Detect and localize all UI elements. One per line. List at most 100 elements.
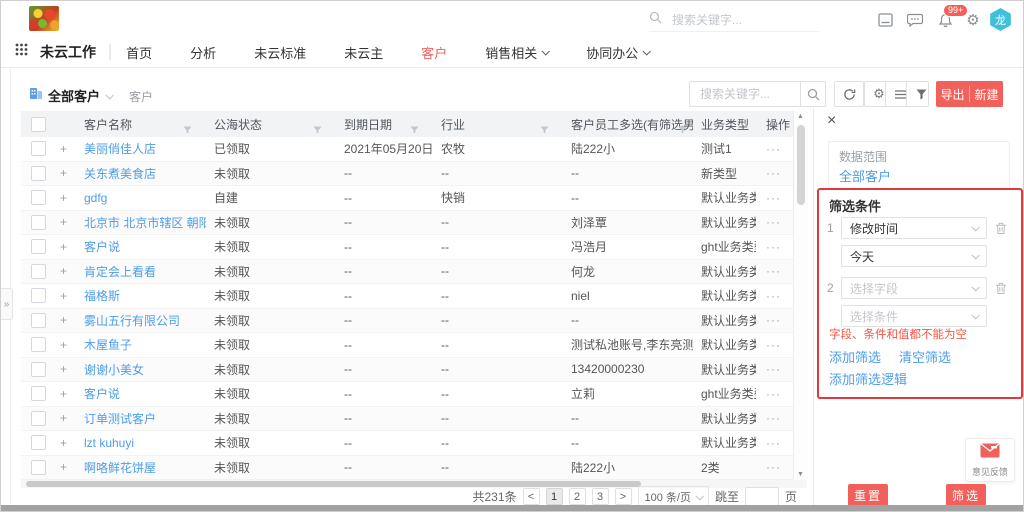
nav-item-sales[interactable]: 销售相关: [485, 43, 548, 62]
row-more-button[interactable]: ···: [756, 313, 793, 327]
row-checkbox[interactable]: [31, 411, 46, 426]
filter-field-select-2[interactable]: 选择字段: [841, 277, 987, 299]
column-header-employee[interactable]: 客户员工多选(有筛选男): [563, 116, 693, 133]
page-button-2[interactable]: 2: [569, 488, 586, 505]
delete-filter-icon[interactable]: [995, 222, 1007, 235]
row-more-button[interactable]: ···: [756, 362, 793, 376]
vertical-scrollbar-thumb[interactable]: [797, 125, 805, 205]
customer-name-link[interactable]: 木屋鱼子: [84, 338, 132, 352]
horizontal-scrollbar-thumb[interactable]: [26, 481, 641, 487]
customer-name-link[interactable]: 美丽俏佳人店: [84, 142, 156, 156]
add-filter-link[interactable]: 添加筛选: [829, 347, 881, 366]
customer-name-link[interactable]: 关东煮美食店: [84, 167, 156, 181]
row-checkbox[interactable]: [31, 460, 46, 475]
filter-funnel-icon[interactable]: [410, 124, 419, 133]
export-button[interactable]: 导出: [936, 86, 969, 103]
row-expand-button[interactable]: +: [56, 240, 76, 254]
nav-item-customers[interactable]: 客户: [421, 43, 447, 62]
row-expand-button[interactable]: +: [56, 436, 76, 450]
row-more-button[interactable]: ···: [756, 142, 793, 156]
scroll-up-icon[interactable]: ▲: [797, 113, 804, 120]
notes-icon[interactable]: [876, 12, 894, 28]
row-checkbox[interactable]: [31, 337, 46, 352]
column-settings-gear-icon[interactable]: ⚙: [865, 82, 886, 106]
row-checkbox[interactable]: [31, 141, 46, 156]
row-checkbox[interactable]: [31, 435, 46, 450]
row-expand-button[interactable]: +: [56, 338, 76, 352]
customer-name-link[interactable]: lzt kuhuyi: [84, 436, 134, 450]
filter-funnel-icon[interactable]: [183, 124, 192, 133]
create-button[interactable]: 新建: [970, 86, 1003, 103]
list-view-icon[interactable]: [886, 82, 907, 106]
customer-name-link[interactable]: 福格斯: [84, 289, 120, 303]
row-more-button[interactable]: ···: [756, 166, 793, 180]
app-title[interactable]: 未云工作: [40, 42, 96, 62]
row-expand-button[interactable]: +: [56, 460, 76, 474]
filter-funnel-icon[interactable]: [540, 124, 549, 133]
column-header-type[interactable]: 业务类型: [693, 116, 756, 133]
nav-item-standard[interactable]: 未云标准: [254, 43, 306, 62]
vertical-scrollbar[interactable]: ▲ ▼: [793, 111, 808, 480]
select-all-checkbox[interactable]: [31, 117, 46, 132]
customer-name-link[interactable]: gdfg: [84, 191, 107, 205]
column-header-date[interactable]: 到期日期: [336, 116, 433, 133]
row-expand-button[interactable]: +: [56, 362, 76, 376]
apply-filter-button[interactable]: 筛选: [946, 484, 986, 506]
nav-item-collaboration[interactable]: 协同办公: [586, 43, 649, 62]
messages-icon[interactable]: [906, 12, 924, 28]
row-more-button[interactable]: ···: [756, 436, 793, 450]
refresh-button[interactable]: [834, 81, 864, 107]
row-more-button[interactable]: ···: [756, 411, 793, 425]
row-more-button[interactable]: ···: [756, 338, 793, 352]
settings-gear-icon[interactable]: ⚙: [964, 12, 982, 28]
delete-filter-icon[interactable]: [995, 282, 1007, 295]
row-more-button[interactable]: ···: [756, 191, 793, 205]
row-expand-button[interactable]: +: [56, 313, 76, 327]
row-expand-button[interactable]: +: [56, 289, 76, 303]
row-expand-button[interactable]: +: [56, 387, 76, 401]
customer-name-link[interactable]: 订单测试客户: [84, 412, 156, 426]
list-search-input[interactable]: [698, 86, 802, 102]
filter-funnel-icon[interactable]: [907, 82, 928, 106]
scroll-down-icon[interactable]: ▼: [797, 471, 804, 478]
row-more-button[interactable]: ···: [756, 264, 793, 278]
clear-filter-link[interactable]: 清空筛选: [899, 347, 951, 366]
row-checkbox[interactable]: [31, 215, 46, 230]
view-selector[interactable]: 全部客户: [48, 86, 112, 105]
sidebar-expander[interactable]: »: [1, 288, 13, 320]
row-checkbox[interactable]: [31, 288, 46, 303]
row-checkbox[interactable]: [31, 190, 46, 205]
row-checkbox[interactable]: [31, 362, 46, 377]
feedback-button[interactable]: 意见反馈: [965, 438, 1015, 482]
row-expand-button[interactable]: +: [56, 264, 76, 278]
next-page-button[interactable]: >: [615, 488, 632, 505]
close-icon[interactable]: ×: [827, 113, 836, 129]
filter-funnel-icon[interactable]: [313, 124, 322, 133]
global-search[interactable]: [649, 9, 819, 32]
page-size-select[interactable]: 100 条/页: [638, 486, 709, 507]
jump-page-input[interactable]: [745, 487, 779, 506]
filter-condition-select-2[interactable]: 选择条件: [841, 305, 987, 327]
customer-name-link[interactable]: 北京市 北京市辖区 朝阳区: [84, 216, 206, 230]
prev-page-button[interactable]: <: [523, 488, 540, 505]
reset-button[interactable]: 重置: [848, 484, 888, 506]
nav-item-analytics[interactable]: 分析: [190, 43, 216, 62]
add-filter-logic-link[interactable]: 添加筛选逻辑: [829, 369, 907, 388]
row-checkbox[interactable]: [31, 313, 46, 328]
app-grid-icon[interactable]: [15, 43, 28, 61]
filter-funnel-icon[interactable]: [678, 124, 687, 133]
row-more-button[interactable]: ···: [756, 460, 793, 474]
row-checkbox[interactable]: [31, 264, 46, 279]
column-header-status[interactable]: 公海状态: [206, 116, 336, 133]
page-button-3[interactable]: 3: [592, 488, 609, 505]
filter-value-select-1[interactable]: 今天: [841, 245, 987, 267]
customer-name-link[interactable]: 啊咯鲜花饼屋: [84, 461, 156, 475]
row-expand-button[interactable]: +: [56, 166, 76, 180]
column-header-name[interactable]: 客户名称: [76, 116, 206, 133]
customer-name-link[interactable]: 客户说: [84, 387, 120, 401]
page-button-1[interactable]: 1: [546, 488, 563, 505]
customer-name-link[interactable]: 雾山五行有限公司: [84, 314, 180, 328]
row-checkbox[interactable]: [31, 166, 46, 181]
row-more-button[interactable]: ···: [756, 215, 793, 229]
row-expand-button[interactable]: +: [56, 191, 76, 205]
